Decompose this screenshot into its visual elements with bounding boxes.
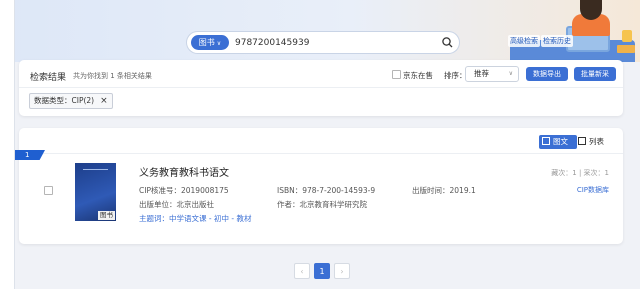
illustration-books	[617, 45, 635, 53]
source-database-link[interactable]: CIP数据库	[577, 185, 609, 195]
chevron-down-icon: ∨	[216, 40, 222, 47]
isbn: ISBN：978-7-200-14593-9	[277, 185, 375, 196]
batch-acquire-button[interactable]: 批量新采	[574, 67, 616, 81]
list-icon	[578, 137, 586, 145]
isbn-label: ISBN：	[277, 186, 303, 195]
illustration-cup	[622, 30, 632, 42]
author-label: 作者：	[277, 200, 300, 209]
row-checkbox[interactable]	[44, 186, 53, 195]
grid-icon	[542, 137, 550, 145]
results-list-card: 图文 列表 1 图书 义务教育教科书语文 CIP核准号：2019008175 I…	[15, 128, 623, 244]
divider	[19, 87, 623, 88]
sort-value: 推荐	[474, 69, 489, 78]
results-count: 共为你找到 1 条相关结果	[73, 72, 152, 80]
sort-select[interactable]: 推荐 ∨	[465, 66, 519, 82]
filter-chip-label: 数据类型：CIP(2)	[34, 96, 95, 105]
prev-page-button[interactable]: ‹	[294, 263, 310, 279]
close-icon[interactable]: ×	[100, 94, 108, 108]
publisher-value: 北京出版社	[176, 200, 215, 209]
subject-value-link[interactable]: 中学语文课 - 初中 - 教材	[169, 214, 251, 223]
book-cover[interactable]: 图书	[75, 163, 116, 221]
result-stats: 藏次：1 | 采次：1	[551, 169, 609, 177]
cip-number: CIP核准号：2019008175	[139, 185, 229, 196]
search-type-label: 图书	[198, 38, 215, 47]
chevron-down-icon: ∨	[508, 70, 513, 77]
cover-type-tag: 图书	[98, 211, 115, 220]
left-panel	[0, 0, 15, 289]
search-icon[interactable]	[441, 36, 454, 49]
grid-view-label: 图文	[553, 137, 568, 146]
cip-value: 2019008175	[180, 186, 229, 195]
cip-label: CIP核准号：	[139, 186, 181, 195]
search-history-link[interactable]: 检索历史	[541, 35, 573, 47]
subject-label: 主题词：	[139, 214, 169, 223]
results-title: 检索结果	[30, 73, 67, 83]
list-view-label: 列表	[589, 137, 604, 146]
search-bar: 图书 ∨	[187, 32, 459, 53]
cover-decoration	[83, 169, 108, 170]
search-type-select[interactable]: 图书 ∨	[191, 35, 229, 50]
result-index-badge: 1	[15, 150, 45, 160]
page-1-button[interactable]: 1	[314, 263, 330, 279]
publish-date: 出版时间：2019.1	[412, 185, 476, 196]
filter-chip: 数据类型：CIP(2) ×	[29, 93, 113, 109]
sort-label: 排序：	[444, 71, 467, 80]
author-value: 北京教育科学研究院	[299, 200, 368, 209]
publisher-label: 出版单位：	[139, 200, 177, 209]
pubdate-value: 2019.1	[449, 186, 476, 195]
export-data-button[interactable]: 数据导出	[526, 67, 568, 81]
search-input[interactable]	[235, 35, 435, 50]
divider	[19, 153, 623, 154]
pubdate-label: 出版时间：	[412, 186, 450, 195]
grid-view-button[interactable]: 图文	[539, 135, 577, 149]
publisher: 出版单位：北京出版社	[139, 199, 214, 210]
jd-filter-checkbox[interactable]	[392, 70, 401, 79]
list-view-button[interactable]: 列表	[575, 135, 615, 149]
isbn-value: 978-7-200-14593-9	[302, 186, 376, 195]
author: 作者：北京教育科学研究院	[277, 199, 367, 210]
results-header-card: 检索结果 共为你找到 1 条相关结果 京东在售 排序： 推荐 ∨ 数据导出 批量…	[19, 60, 623, 116]
subject: 主题词：中学语文课 - 初中 - 教材	[139, 213, 251, 224]
advanced-search-link[interactable]: 高级检索	[508, 35, 540, 47]
jd-filter-label: 京东在售	[403, 71, 433, 80]
next-page-button[interactable]: ›	[334, 263, 350, 279]
book-title[interactable]: 义务教育教科书语文	[139, 164, 229, 179]
